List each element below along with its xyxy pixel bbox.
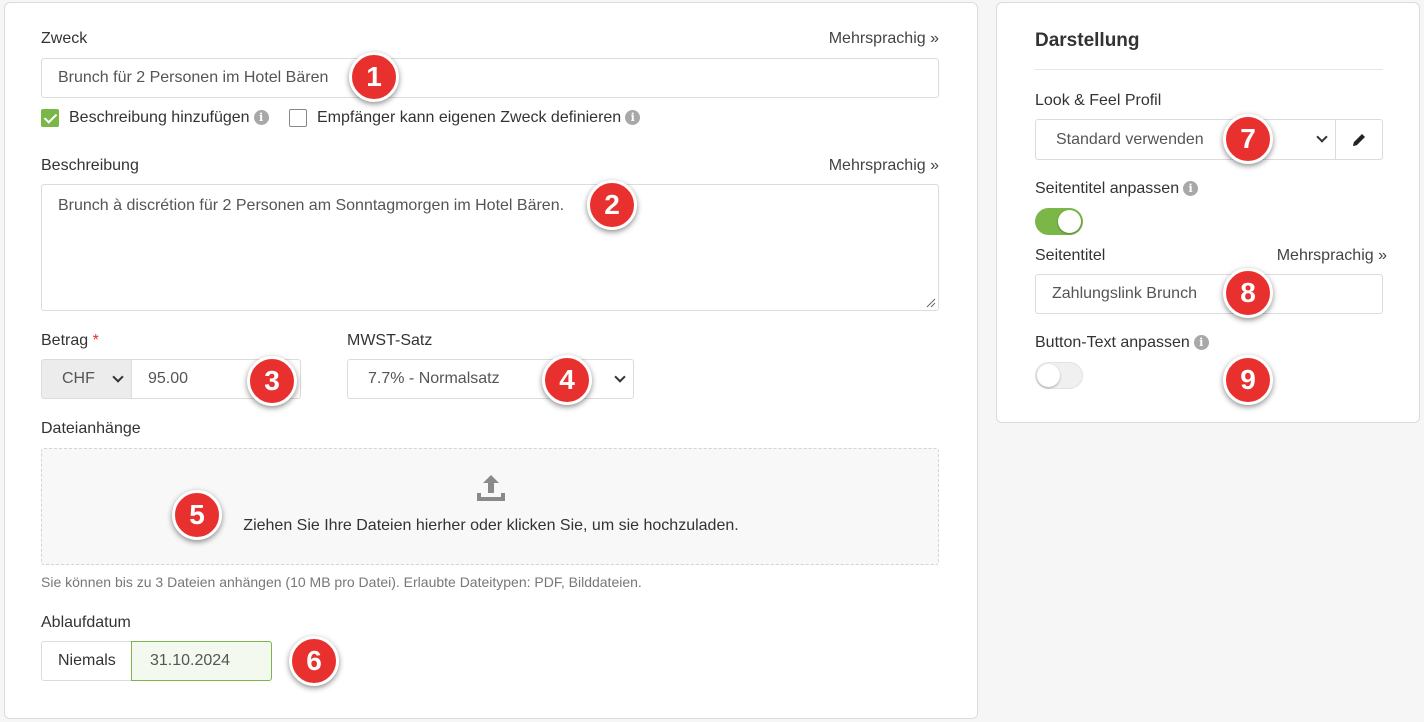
- resize-handle-icon[interactable]: [926, 298, 936, 308]
- page-title-label: Seitentitel: [1035, 247, 1106, 264]
- callout-badge-1: 1: [349, 52, 399, 102]
- edit-profile-button[interactable]: [1335, 119, 1383, 160]
- divider: [1035, 69, 1383, 70]
- amount-value: 95.00: [148, 370, 189, 387]
- purpose-input-value: Brunch für 2 Personen im Hotel Bären: [58, 69, 329, 86]
- purpose-multilang-link[interactable]: Mehrsprachig »: [829, 30, 939, 48]
- appearance-title: Darstellung: [1035, 30, 1140, 51]
- page-title-value: Zahlungslink Brunch: [1052, 285, 1197, 302]
- expiry-never-button[interactable]: Niemals: [41, 641, 132, 681]
- chevron-down-icon: [614, 371, 626, 383]
- info-icon[interactable]: i: [1193, 335, 1209, 351]
- currency-value: CHF: [62, 370, 95, 387]
- amount-label: Betrag *: [41, 332, 99, 350]
- custom-button-toggle[interactable]: [1035, 362, 1083, 389]
- expiry-date-input[interactable]: 31.10.2024: [131, 641, 272, 681]
- attachments-label: Dateianhänge: [41, 420, 141, 437]
- toggle-knob: [1058, 210, 1081, 233]
- description-textarea[interactable]: Brunch à discrétion für 2 Personen am So…: [41, 184, 939, 311]
- callout-badge-7: 7: [1223, 114, 1273, 164]
- profile-value: Standard verwenden: [1056, 130, 1204, 148]
- toggle-knob: [1037, 364, 1060, 387]
- required-mark: *: [92, 332, 99, 349]
- custom-button-label: Button-Text anpassen: [1035, 334, 1190, 351]
- expiry-date-value: 31.10.2024: [150, 652, 231, 669]
- amount-label-text: Betrag: [41, 332, 89, 349]
- attachments-hint: Sie können bis zu 3 Dateien anhängen (10…: [41, 574, 642, 590]
- recipient-purpose-label: Empfänger kann eigenen Zweck definieren: [317, 109, 622, 126]
- callout-badge-5: 5: [172, 490, 222, 540]
- currency-select[interactable]: CHF: [41, 359, 132, 399]
- info-icon[interactable]: i: [1183, 181, 1199, 197]
- purpose-label: Zweck: [41, 30, 88, 47]
- info-icon[interactable]: i: [253, 110, 269, 126]
- vat-label: MWST-Satz: [347, 332, 433, 349]
- callout-badge-6: 6: [289, 636, 339, 686]
- vat-value: 7.7% - Normalsatz: [368, 370, 500, 387]
- info-icon[interactable]: i: [625, 110, 641, 126]
- description-label: Beschreibung: [41, 157, 139, 174]
- custom-button-text: Button-Text anpassen i: [1035, 334, 1209, 352]
- profile-label: Look & Feel Profil: [1035, 92, 1162, 109]
- callout-badge-4: 4: [542, 355, 592, 405]
- add-description-checkbox[interactable]: [41, 109, 59, 127]
- description-textarea-value: Brunch à discrétion für 2 Personen am So…: [58, 197, 565, 214]
- chevron-down-icon: [112, 371, 124, 383]
- recipient-purpose-checkbox[interactable]: [289, 109, 307, 127]
- upload-icon: [477, 475, 505, 501]
- expiry-never-label: Niemals: [58, 652, 116, 669]
- add-description-text: Beschreibung hinzufügen i: [69, 109, 269, 127]
- custom-title-label: Seitentitel anpassen: [1035, 180, 1180, 197]
- page-title-multilang-link[interactable]: Mehrsprachig »: [1277, 247, 1387, 265]
- recipient-purpose-text: Empfänger kann eigenen Zweck definieren i: [317, 109, 641, 127]
- callout-badge-2: 2: [587, 180, 637, 230]
- description-multilang-link[interactable]: Mehrsprachig »: [829, 157, 939, 175]
- add-description-label: Beschreibung hinzufügen: [69, 109, 250, 126]
- purpose-input[interactable]: Brunch für 2 Personen im Hotel Bären: [41, 58, 939, 98]
- callout-badge-3: 3: [247, 356, 297, 406]
- page-title-input[interactable]: Zahlungslink Brunch: [1035, 274, 1383, 314]
- custom-title-toggle[interactable]: [1035, 208, 1083, 235]
- profile-select[interactable]: Standard verwenden: [1035, 119, 1336, 160]
- callout-badge-9: 9: [1223, 355, 1273, 405]
- chevron-down-icon: [1316, 131, 1328, 143]
- pencil-icon: [1353, 133, 1365, 146]
- expiry-label: Ablaufdatum: [41, 614, 131, 631]
- callout-badge-8: 8: [1223, 268, 1273, 318]
- custom-title-text: Seitentitel anpassen i: [1035, 180, 1199, 198]
